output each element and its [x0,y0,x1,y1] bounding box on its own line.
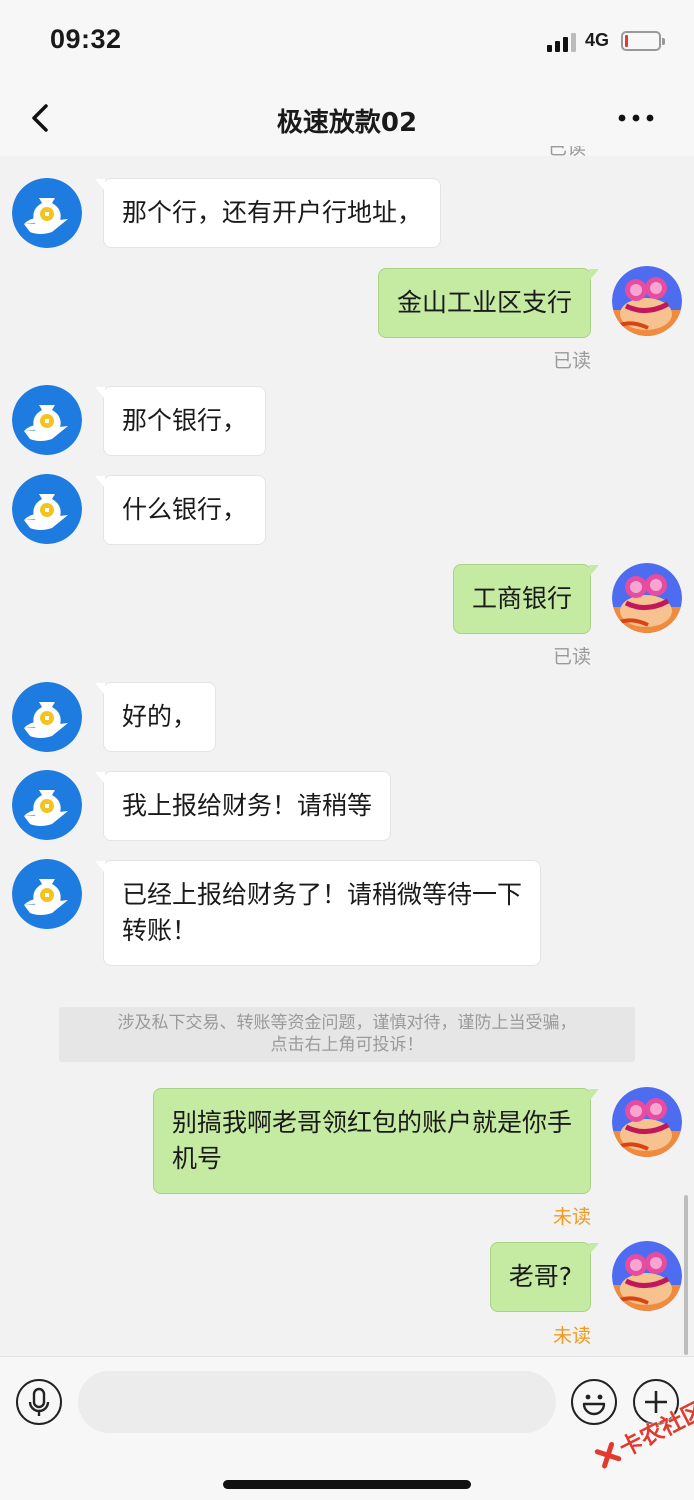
home-indicator[interactable] [223,1480,471,1489]
unread-receipt: 未读 [552,1206,591,1228]
emoji-button[interactable] [571,1379,617,1425]
cartoon-avatar[interactable] [612,563,682,633]
cartoon-avatar[interactable] [612,1241,682,1311]
money-bag-avatar[interactable] [12,682,82,752]
message-bubble[interactable]: 别搞我啊老哥领红包的账户就是你手 机号 [152,1088,600,1194]
cartoon-avatar[interactable] [612,266,682,336]
smiley-icon [582,1394,606,1416]
message-bubble[interactable]: 老哥? [489,1242,600,1312]
read-receipt: 已读 [552,646,591,668]
page-title: 极速放款02 [276,108,418,138]
microphone-icon [28,1387,50,1416]
signal-strength-icon [547,32,577,52]
money-bag-avatar[interactable] [12,385,82,455]
voice-button[interactable] [16,1379,62,1425]
message-bubble[interactable]: 工商银行 [452,564,600,634]
cartoon-avatar[interactable] [612,1087,682,1157]
input-bar [0,1356,694,1500]
status-time: 09:32 [50,24,122,54]
unread-receipt: 未读 [552,1325,591,1347]
message-bubble[interactable]: 那个行，还有开户行地址， [94,178,442,248]
battery-icon [621,31,665,51]
read-receipt: 已读 [552,350,591,372]
network-type: 4G [585,30,610,50]
notice-line: 点击右上角可投诉！ [270,1035,424,1055]
more-dots-icon[interactable] [614,106,658,130]
message-bubble[interactable]: 那个银行， [94,386,267,456]
message-bubble[interactable]: 已经上报给财务了！请稍微等待一下 转账！ [94,860,542,966]
read-receipt: 已读 [548,146,587,159]
message-bubble[interactable]: 金山工业区支行 [377,268,600,338]
message-bubble[interactable]: 好的， [94,682,217,752]
money-bag-avatar[interactable] [12,474,82,544]
fraud-warning-notice[interactable]: 涉及私下交易、转账等资金问题，谨慎对待，谨防上当受骗， 点击右上角可投诉！ [59,1007,635,1062]
message-bubble[interactable]: 我上报给财务！请稍等 [94,771,392,841]
message-input[interactable] [78,1371,556,1433]
message-bubble[interactable]: 什么银行， [94,475,267,545]
nav-bar: 极速放款02 [0,80,694,156]
money-bag-avatar[interactable] [12,178,82,248]
money-bag-avatar[interactable] [12,859,82,929]
money-bag-avatar[interactable] [12,770,82,840]
notice-line: 涉及私下交易、转账等资金问题，谨慎对待，谨防上当受骗， [117,1013,577,1033]
status-bar: 09:32 4G [0,0,694,80]
scrollbar[interactable] [684,1195,688,1355]
